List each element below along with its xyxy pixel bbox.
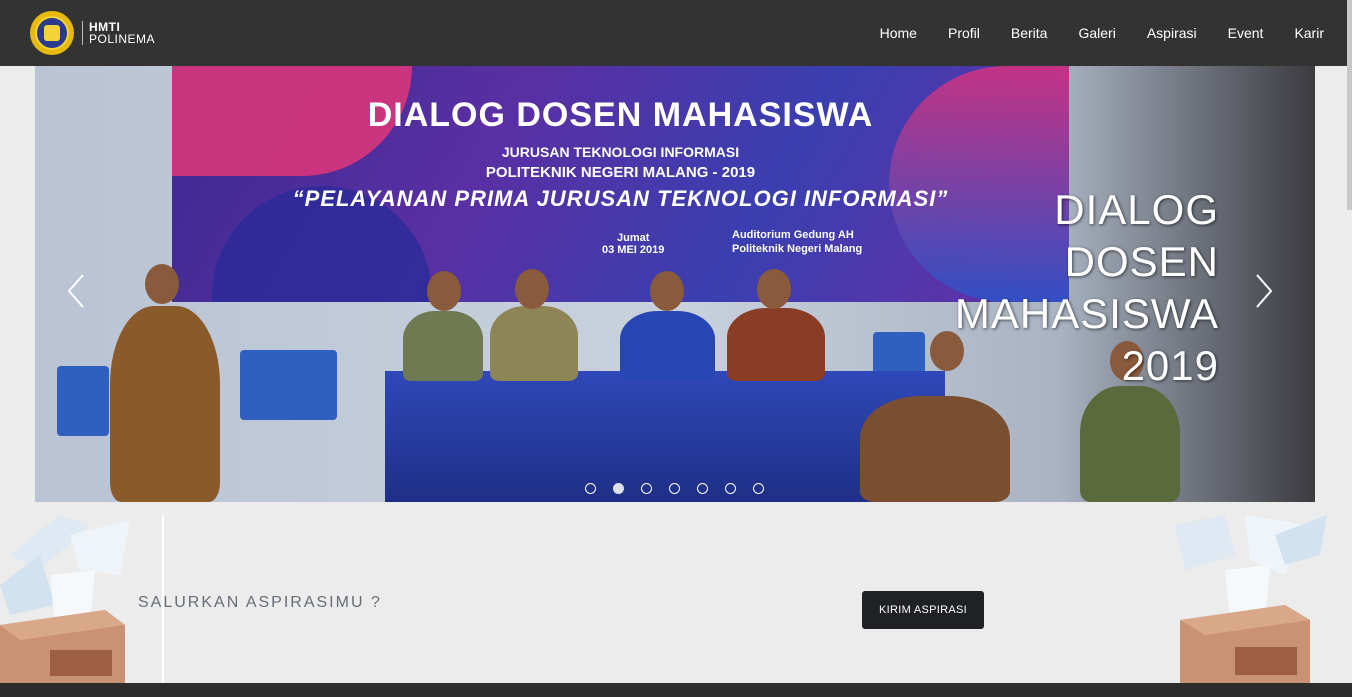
ballot-box-illustration <box>1155 515 1330 683</box>
footer <box>0 683 1352 697</box>
page-scrollbar[interactable] <box>1347 0 1352 210</box>
carousel-next-button[interactable] <box>1249 271 1279 311</box>
banner-quote: “PELAYANAN PRIMA JURUSAN TEKNOLOGI INFOR… <box>292 186 949 211</box>
chevron-left-icon <box>67 274 84 308</box>
person-head <box>515 269 549 309</box>
person <box>403 311 483 381</box>
nav-galeri[interactable]: Galeri <box>1078 25 1115 41</box>
carousel-indicator[interactable] <box>641 483 652 494</box>
person-head <box>650 271 684 311</box>
banner-date-day: Jumat <box>616 232 650 244</box>
slide-caption: DIALOG DOSEN MAHASISWA 2019 <box>955 184 1219 392</box>
banner-subtitle-1: JURUSAN TEKNOLOGI INFORMASI <box>501 144 740 160</box>
banner-title: DIALOG DOSEN MAHASISWA <box>367 96 874 134</box>
person-head <box>757 269 791 309</box>
carousel-indicator[interactable] <box>697 483 708 494</box>
nav-event[interactable]: Event <box>1228 25 1264 41</box>
caption-line: MAHASISWA <box>954 290 1219 337</box>
chair <box>285 350 337 420</box>
brand-link[interactable]: HMTI POLINEMA <box>30 11 155 55</box>
banner-place: Auditorium Gedung AH Politeknik Negeri M… <box>732 228 862 256</box>
person <box>620 311 715 381</box>
caption-line: DOSEN <box>1064 238 1219 285</box>
caption-line: DIALOG <box>1054 186 1219 233</box>
brand-text: HMTI POLINEMA <box>82 21 155 45</box>
person-head <box>145 264 179 304</box>
main-nav: Home Profil Berita Galeri Aspirasi Event… <box>849 0 1324 66</box>
carousel-indicator[interactable] <box>613 483 624 494</box>
chevron-right-icon <box>1256 274 1273 308</box>
banner-place-2: Politeknik Negeri Malang <box>732 243 863 255</box>
person <box>110 306 220 502</box>
person <box>1080 386 1180 502</box>
kirim-aspirasi-button[interactable]: KIRIM ASPIRASI <box>862 591 984 629</box>
nav-profil[interactable]: Profil <box>948 25 980 41</box>
nav-berita[interactable]: Berita <box>1011 25 1048 41</box>
navbar: HMTI POLINEMA Home Profil Berita Galeri … <box>0 0 1352 66</box>
person <box>490 306 578 381</box>
aspirasi-section: SALURKAN ASPIRASIMU ? KIRIM ASPIRASI <box>0 515 1352 683</box>
event-banner: DIALOG DOSEN MAHASISWA JURUSAN TEKNOLOGI… <box>172 66 1069 302</box>
carousel-indicator[interactable] <box>585 483 596 494</box>
carousel-indicator[interactable] <box>669 483 680 494</box>
nav-home[interactable]: Home <box>880 25 917 41</box>
carousel-indicator[interactable] <box>725 483 736 494</box>
brand-line2: POLINEMA <box>89 32 156 46</box>
hmti-logo-icon <box>30 11 74 55</box>
banner-subtitle-2: POLITEKNIK NEGERI MALANG - 2019 <box>485 164 756 181</box>
person-head <box>427 271 461 311</box>
chair <box>57 366 109 436</box>
carousel-indicators <box>585 483 781 494</box>
aspirasi-heading: SALURKAN ASPIRASIMU ? <box>138 594 382 611</box>
person <box>727 308 825 381</box>
banner-place-1: Auditorium Gedung AH <box>732 229 854 241</box>
hero-carousel: DIALOG DOSEN MAHASISWA JURUSAN TEKNOLOGI… <box>35 66 1315 502</box>
nav-aspirasi[interactable]: Aspirasi <box>1147 25 1197 41</box>
nav-karir[interactable]: Karir <box>1294 25 1324 41</box>
carousel-prev-button[interactable] <box>61 271 91 311</box>
person <box>860 396 1010 502</box>
carousel-indicator[interactable] <box>753 483 764 494</box>
banner-date-value: 03 MEI 2019 <box>602 244 665 256</box>
banner-date: Jumat 03 MEI 2019 <box>602 232 664 256</box>
caption-line: 2019 <box>1121 342 1219 389</box>
